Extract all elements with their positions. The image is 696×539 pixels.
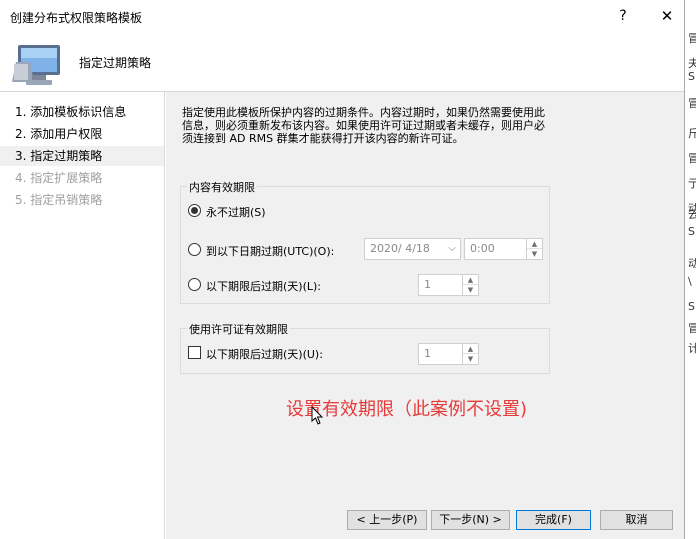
chevron-down-icon[interactable]: ⌵ <box>448 239 456 259</box>
expiration-date-value: 2020/ 4/18 <box>370 242 430 255</box>
mouse-cursor-icon <box>311 406 324 425</box>
computer-monitor-icon <box>12 45 60 85</box>
time-spinner[interactable]: ▲ ▼ <box>526 239 542 259</box>
expiration-time-value: 0:00 <box>470 242 495 255</box>
content-expiration-legend: 内容有效期限 <box>187 179 257 195</box>
license-expiration-legend: 使用许可证有效期限 <box>187 321 290 337</box>
step-add-template-id[interactable]: 1. 添加模板标识信息 <box>0 102 164 122</box>
spin-down-icon[interactable]: ▼ <box>463 285 478 295</box>
background-window-glyph: 夫 <box>688 55 696 71</box>
license-days-spinner[interactable]: ▲ ▼ <box>462 344 478 364</box>
cancel-button[interactable]: 取消 <box>600 510 673 530</box>
expire-after-days-label[interactable]: 以下期限后过期(天)(L): <box>206 278 321 294</box>
spin-up-icon[interactable]: ▲ <box>463 344 478 354</box>
spin-up-icon[interactable]: ▲ <box>463 275 478 285</box>
window-title: 创建分布式权限策略模板 <box>10 11 143 25</box>
background-window-glyph: 动 <box>688 255 696 271</box>
background-window-glyph: 冒 <box>688 95 696 111</box>
page-title: 指定过期策略 <box>79 56 152 70</box>
wizard-header: 指定过期策略 <box>0 32 684 92</box>
step-add-user-rights[interactable]: 2. 添加用户权限 <box>0 124 164 144</box>
license-expire-checkbox[interactable] <box>188 346 201 359</box>
close-button[interactable]: ✕ <box>650 4 684 28</box>
previous-button[interactable]: < 上一步(P) <box>347 510 427 530</box>
expire-on-date-radio[interactable] <box>188 243 201 256</box>
background-window-glyph: \ <box>688 275 692 288</box>
background-window-glyph: 斤 <box>688 125 696 141</box>
content-days-spinner[interactable]: ▲ ▼ <box>462 275 478 295</box>
expiration-time-picker[interactable]: 0:00 ▲ ▼ <box>464 238 543 260</box>
background-window-glyph: 冒 <box>688 150 696 166</box>
background-window-glyph: 冒 <box>688 320 696 336</box>
background-window-glyph: 冒 <box>688 30 696 46</box>
background-window-glyph: S <box>688 225 695 238</box>
expire-after-days-radio[interactable] <box>188 278 201 291</box>
background-window-glyph: S <box>688 70 695 83</box>
title-bar: 创建分布式权限策略模板 ? ✕ <box>0 0 684 32</box>
content-days-value: 1 <box>424 278 431 291</box>
license-days-value: 1 <box>424 347 431 360</box>
policy-description: 指定使用此模板所保护内容的过期条件。内容过期时，如果仍然需要使用此信息，则必须重… <box>182 106 545 145</box>
never-expire-radio[interactable] <box>188 204 201 217</box>
license-days-stepper[interactable]: 1 ▲ ▼ <box>418 343 479 365</box>
step-extended-policy: 4. 指定扩展策略 <box>15 171 103 185</box>
expire-on-date-label[interactable]: 到以下日期过期(UTC)(O): <box>206 243 334 259</box>
help-button[interactable]: ? <box>606 4 640 28</box>
background-window-glyph: 云 <box>688 206 696 222</box>
background-window-glyph: S <box>688 300 695 313</box>
background-window-edge: 冒夫S冒斤冒亍动云S动\S冒计 <box>684 0 696 539</box>
step-revocation-policy: 5. 指定吊销策略 <box>15 193 103 207</box>
license-expire-label[interactable]: 以下期限后过期(天)(U): <box>206 346 323 362</box>
main-panel <box>166 92 684 539</box>
background-window-glyph: 亍 <box>688 175 696 191</box>
wizard-steps-sidebar: 1. 添加模板标识信息 2. 添加用户权限 3. 指定过期策略 4. 指定扩展策… <box>0 92 165 539</box>
finish-button[interactable]: 完成(F) <box>516 510 591 530</box>
spin-down-icon[interactable]: ▼ <box>463 354 478 364</box>
step-expiration-policy[interactable]: 3. 指定过期策略 <box>0 146 164 166</box>
expiration-date-picker[interactable]: 2020/ 4/18 ⌵ <box>364 238 461 260</box>
background-window-glyph: 计 <box>688 340 696 356</box>
next-button[interactable]: 下一步(N) > <box>431 510 510 530</box>
spin-down-icon[interactable]: ▼ <box>527 249 542 259</box>
spin-up-icon[interactable]: ▲ <box>527 239 542 249</box>
never-expire-label[interactable]: 永不过期(S) <box>206 204 266 220</box>
content-days-stepper[interactable]: 1 ▲ ▼ <box>418 274 479 296</box>
